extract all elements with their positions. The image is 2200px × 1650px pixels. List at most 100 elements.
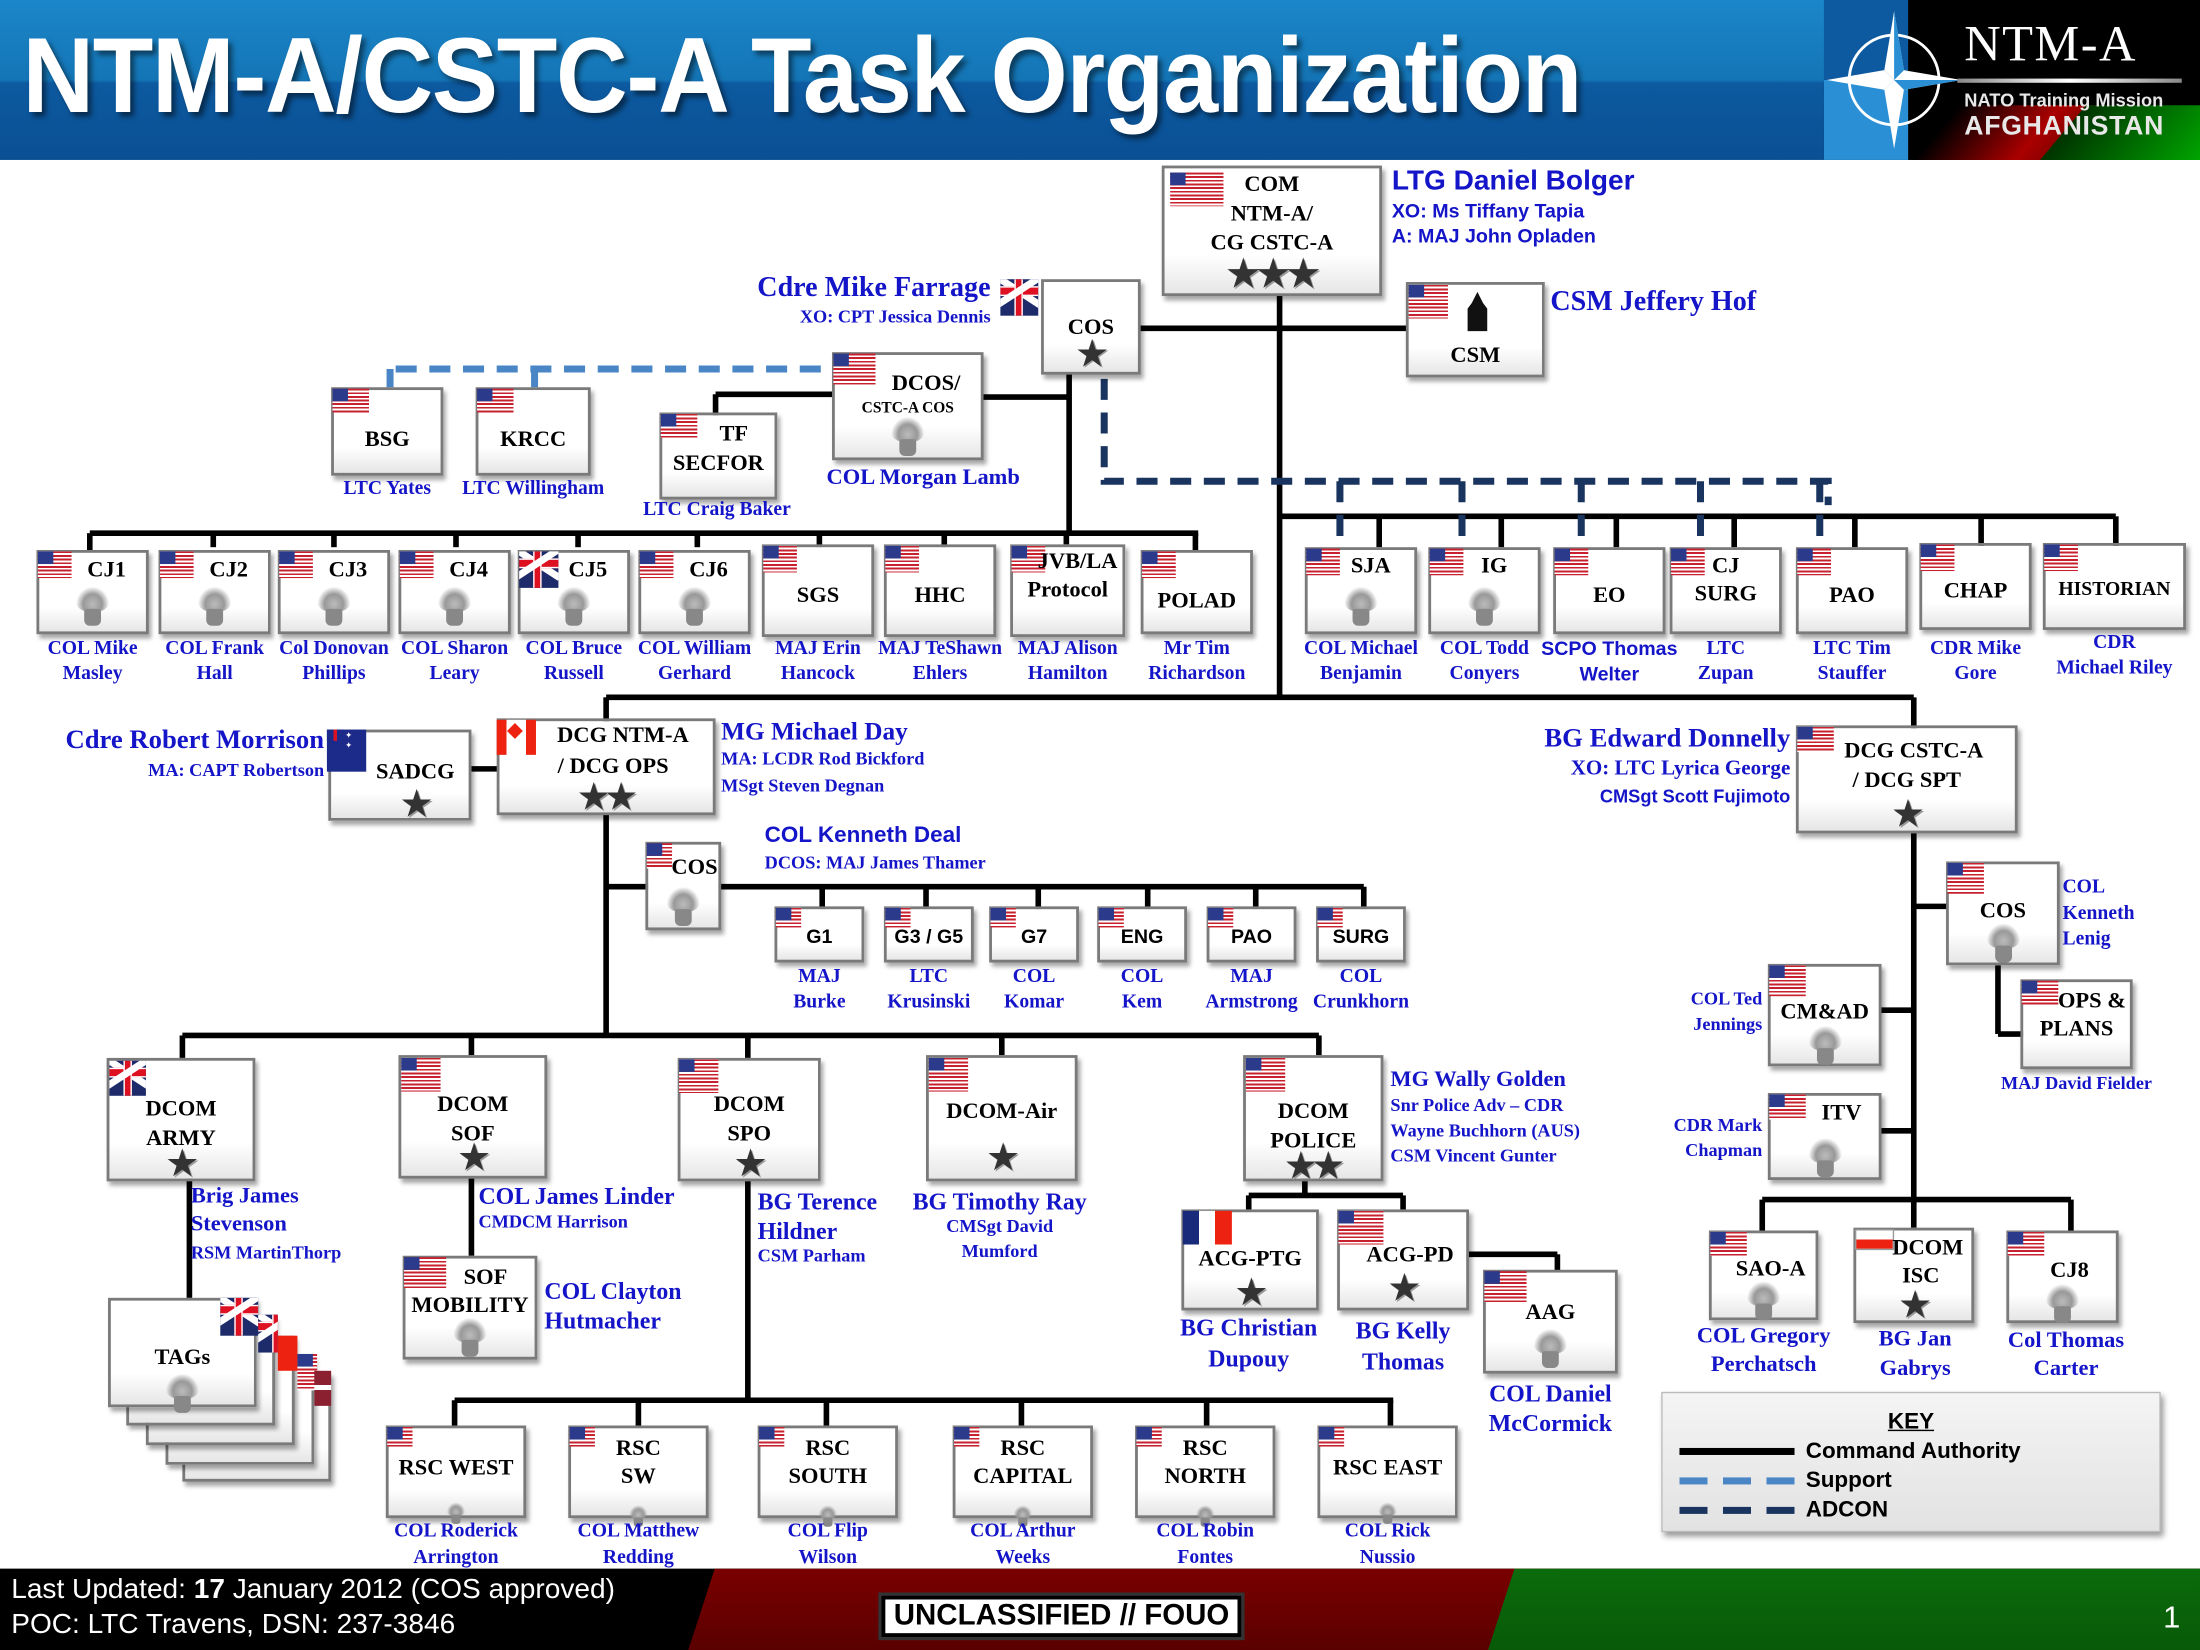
staff-box-sgs[interactable]: SGS	[761, 544, 875, 637]
dcom-spo-box[interactable]: DCOM SPO ★	[677, 1057, 821, 1182]
staff-box-cj2[interactable]: CJ2	[158, 549, 271, 635]
box-label: DCG CSTC-A	[1844, 739, 1984, 764]
box-label: ACG-PTG	[1198, 1247, 1302, 1272]
tf-secfor-box[interactable]: TF SECFOR	[659, 412, 778, 500]
spt-cos-box[interactable]: COS	[1946, 861, 2060, 966]
dcg-spt-person: BG Edward Donnelly	[1544, 723, 1791, 754]
dcom-isc-box[interactable]: DCOM ISC ★	[1853, 1227, 1975, 1324]
g-staff-box-g3-g5[interactable]: G3 / G5	[883, 906, 974, 963]
box-label: CJ	[1712, 554, 1740, 579]
legend-label: ADCON	[1805, 1498, 1889, 1523]
staff-box-ig[interactable]: IG	[1428, 547, 1541, 635]
us-flag-icon	[1208, 907, 1234, 928]
sof-mobility-person-1: COL Clayton	[544, 1278, 682, 1305]
staff-box-historian[interactable]: HISTORIAN	[2042, 542, 2186, 630]
g-staff-box-surg[interactable]: SURG	[1316, 906, 1406, 963]
staff-box-sja[interactable]: SJA	[1304, 547, 1418, 635]
acg-ptg-box[interactable]: ACG-PTG ★	[1181, 1209, 1319, 1311]
staff-person: CDR	[2093, 632, 2136, 654]
staff-box-cj-surg[interactable]: CJ SURG	[1669, 547, 1782, 635]
box-label: ENG	[1120, 924, 1164, 948]
sadcg-ma: MA: CAPT Robertson	[148, 759, 325, 781]
aag-box[interactable]: AAG	[1483, 1269, 1618, 1374]
staff-box-hhc[interactable]: HHC	[883, 544, 997, 637]
staff-box-cj3[interactable]: CJ3	[277, 549, 391, 635]
uk-flag-icon	[1000, 279, 1039, 316]
colonel-eagle-icon	[1744, 1280, 1783, 1323]
rsc-person: Fontes	[1177, 1547, 1234, 1569]
rsc-box-rsc-sw[interactable]: RSC SW	[568, 1425, 709, 1527]
dcg-ops-person: MG Michael Day	[721, 716, 908, 746]
staff-box-cj6[interactable]: CJ6	[638, 549, 751, 635]
dcom-spo-person-1: BG Terence	[757, 1188, 878, 1216]
cj8-box[interactable]: CJ8	[2006, 1230, 2119, 1324]
box-label: Protocol	[1027, 578, 1109, 602]
rsc-box-rsc-capital[interactable]: RSC CAPITAL	[952, 1425, 1093, 1527]
staff-box-eo[interactable]: EO	[1553, 547, 1666, 635]
staff-box-cj4[interactable]: CJ4	[398, 549, 511, 635]
box-label: SAO-A	[1735, 1257, 1806, 1281]
us-flag-icon	[660, 413, 698, 438]
cmad-box[interactable]: CM&AD	[1767, 963, 1882, 1067]
staff-box-pao[interactable]: PAO	[1795, 547, 1909, 635]
dcom-army-nco: RSM MartinThorp	[190, 1241, 342, 1263]
dcg-ntma-ops-box[interactable]: DCG NTM-A / DCG OPS ★★	[496, 718, 716, 816]
us-flag-icon	[2007, 1231, 2045, 1256]
one-star-rank-icon: ★	[1389, 1271, 1419, 1308]
us-flag-icon	[1554, 548, 1589, 576]
g-staff-box-pao[interactable]: PAO	[1206, 906, 1297, 963]
staff-box-cj5[interactable]: CJ5	[517, 549, 630, 635]
dcom-air-nco-2: Mumford	[961, 1240, 1038, 1262]
itv-box[interactable]: ITV	[1767, 1092, 1882, 1180]
sao-a-box[interactable]: SAO-A	[1708, 1230, 1819, 1323]
canada-flag-icon	[496, 719, 536, 755]
com-box[interactable]: COM NTM-A/ CG CSTC-A ★★★	[1161, 165, 1383, 297]
bsg-box[interactable]: BSG	[331, 387, 444, 476]
box-label: PAO	[1829, 583, 1875, 608]
cos-person-name: Cdre Mike Farrage	[757, 272, 991, 304]
rsc-person: Redding	[602, 1547, 674, 1569]
g-staff-box-g7[interactable]: G7	[989, 906, 1079, 963]
cmad-person-1: COL Ted	[1690, 987, 1763, 1009]
us-flag-icon	[1947, 862, 1984, 894]
us-flag-icon	[1710, 1231, 1747, 1256]
dcos-box[interactable]: DCOS/ CSTC-A COS	[832, 352, 984, 461]
staff-box-cj1[interactable]: CJ1	[36, 549, 149, 635]
csm-box[interactable]: CSM	[1405, 282, 1545, 378]
tf-secfor-person: LTC Craig Baker	[643, 499, 791, 521]
uk-flag-icon	[109, 1060, 146, 1096]
rsc-box-rsc-south[interactable]: RSC SOUTH	[757, 1425, 898, 1527]
g-staff-box-eng[interactable]: ENG	[1097, 906, 1187, 963]
us-flag-icon	[990, 907, 1016, 928]
csm-person-name: CSM Jeffery Hof	[1550, 286, 1757, 318]
legend-label: Support	[1805, 1469, 1892, 1493]
sof-mobility-person-2: Hutmacher	[544, 1307, 661, 1335]
dcom-army-box[interactable]: DCOM ARMY ★	[106, 1057, 256, 1182]
two-star-rank-icon: ★★	[1285, 1149, 1344, 1186]
dcos-person: COL Morgan Lamb	[826, 465, 1020, 490]
staff-box-jvb-la-protocol[interactable]: JVB/LA Protocol	[1010, 544, 1126, 637]
dcom-air-box[interactable]: DCOM-Air ★	[926, 1055, 1078, 1182]
dcom-police-box[interactable]: DCOM POLICE ★★	[1243, 1055, 1384, 1184]
g-staff-box-g1[interactable]: G1	[774, 906, 865, 963]
box-label: CJ6	[689, 558, 728, 583]
sof-mobility-box[interactable]: SOF MOBILITY	[402, 1255, 538, 1360]
staff-box-polad[interactable]: POLAD	[1140, 549, 1253, 635]
staff-box-chap[interactable]: CHAP	[1919, 542, 2032, 630]
dcg-cstca-spt-box[interactable]: DCG CSTC-A / DCG SPT ★	[1795, 725, 2018, 834]
dcom-sof-box[interactable]: DCOM SOF ★	[398, 1055, 548, 1179]
rsc-box-rsc-north[interactable]: RSC NORTH	[1135, 1425, 1276, 1527]
box-label: SOUTH	[788, 1464, 868, 1489]
box-label: RSC	[1182, 1436, 1228, 1461]
acg-pd-box[interactable]: ACG-PD ★	[1337, 1209, 1470, 1311]
us-flag-icon	[833, 353, 876, 385]
dcom-spo-person-2: Hildner	[757, 1217, 838, 1245]
rsc-box-rsc-east[interactable]: RSC EAST	[1317, 1425, 1458, 1524]
box-label: G3 / G5	[894, 924, 964, 948]
krcc-box[interactable]: KRCC	[475, 387, 591, 476]
ops-cos-box[interactable]: COS	[645, 841, 722, 931]
cos-box[interactable]: COS ★	[1041, 279, 1141, 375]
ops-plans-box[interactable]: OPS & PLANS	[2020, 979, 2133, 1070]
legend-item-command: Command Authority	[1679, 1438, 2021, 1466]
rsc-box-rsc-west[interactable]: RSC WEST	[385, 1425, 527, 1524]
